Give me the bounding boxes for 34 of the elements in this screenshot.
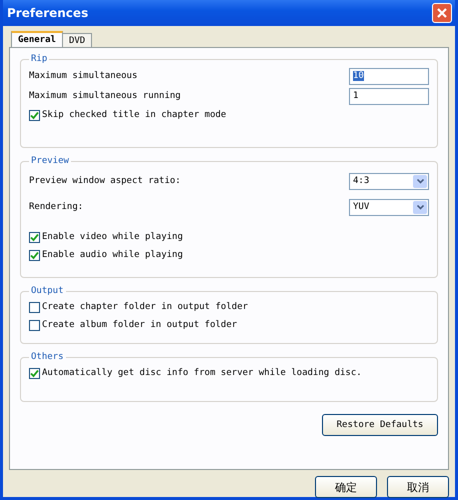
field-label: Preview window aspect ratio: bbox=[29, 176, 181, 186]
checkbox[interactable] bbox=[29, 232, 40, 242]
input-field[interactable]: 10 bbox=[349, 68, 429, 84]
close-button[interactable] bbox=[432, 3, 452, 23]
dropdown[interactable]: 4:3 bbox=[349, 172, 429, 190]
checkbox[interactable] bbox=[29, 368, 40, 378]
close-icon bbox=[436, 7, 448, 19]
checkbox-label: Create chapter folder in output folder bbox=[42, 302, 248, 312]
group-title: Others bbox=[30, 352, 65, 362]
checkbox[interactable] bbox=[29, 302, 40, 312]
field-label: Maximum simultaneous bbox=[29, 71, 138, 81]
dropdown[interactable]: YUV bbox=[349, 198, 429, 216]
chevron-down-icon bbox=[413, 174, 427, 188]
dialog-button[interactable]: 取消 bbox=[387, 476, 449, 498]
group-title: Output bbox=[30, 286, 65, 296]
window-title: Preferences bbox=[7, 6, 88, 20]
checkbox-label: Enable video while playing bbox=[42, 232, 183, 242]
restore-defaults-button[interactable]: Restore Defaults bbox=[322, 414, 438, 436]
tab[interactable]: DVD bbox=[62, 33, 92, 47]
checkbox-label: Automatically get disc info from server while loading disc. bbox=[42, 368, 362, 378]
checkbox[interactable] bbox=[29, 320, 40, 330]
field-label: Rendering: bbox=[29, 202, 84, 212]
checkbox-label: Skip checked title in chapter mode bbox=[42, 110, 226, 120]
checkbox-label: Enable audio while playing bbox=[42, 250, 183, 260]
tab[interactable]: General bbox=[11, 31, 63, 47]
field-label: Maximum simultaneous running bbox=[29, 91, 181, 101]
chevron-down-icon bbox=[413, 200, 427, 214]
group-title: Preview bbox=[30, 156, 70, 166]
group-title: Rip bbox=[30, 54, 48, 64]
dialog-button[interactable]: 确定 bbox=[315, 476, 377, 498]
input-field[interactable]: 1 bbox=[349, 88, 429, 104]
checkbox[interactable] bbox=[29, 110, 40, 120]
checkbox-label: Create album folder in output folder bbox=[42, 320, 238, 330]
checkbox[interactable] bbox=[29, 250, 40, 260]
